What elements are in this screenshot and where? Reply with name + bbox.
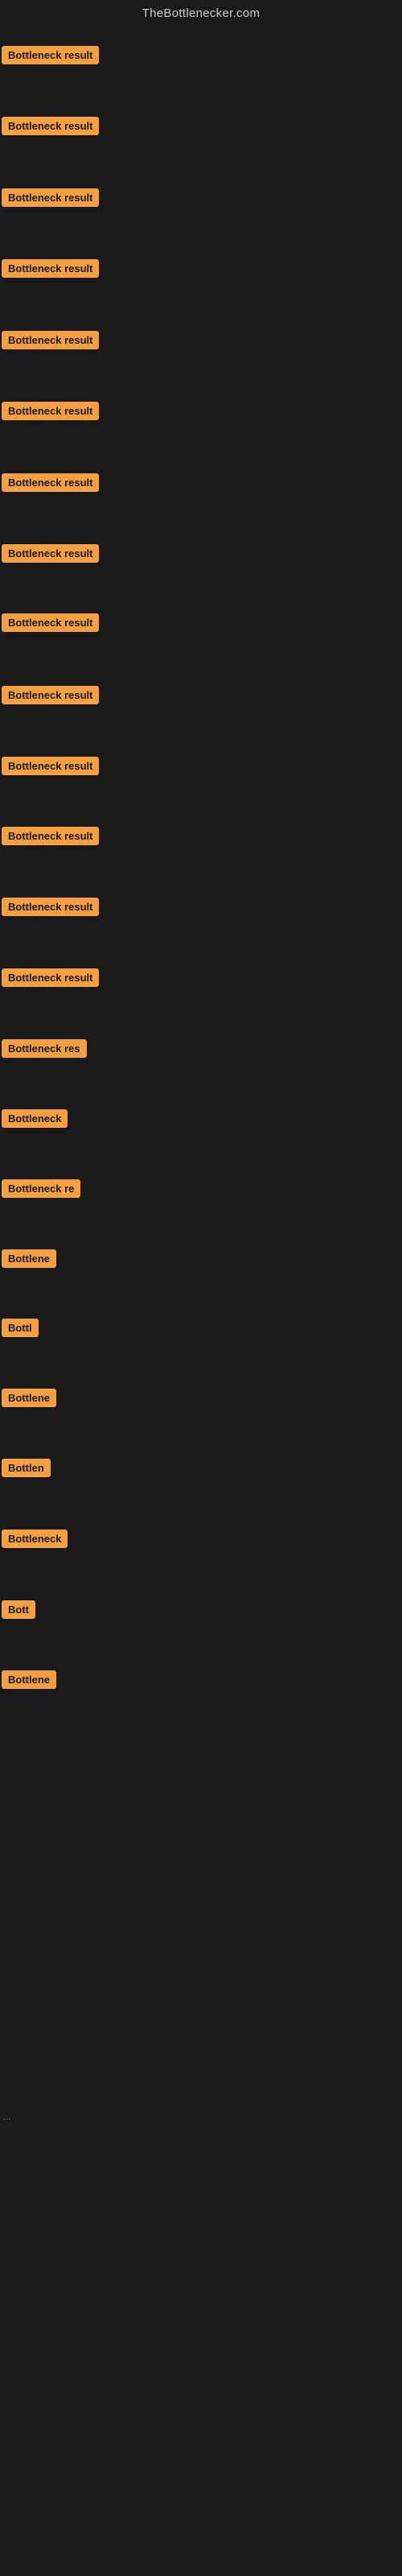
bottleneck-badge-1: Bottleneck result [2, 46, 99, 64]
bottleneck-badge-10: Bottleneck result [2, 686, 99, 704]
bottleneck-badge-14: Bottleneck result [2, 968, 99, 987]
bottleneck-badge-13: Bottleneck result [2, 898, 99, 916]
bottleneck-badge-22: Bottleneck [2, 1530, 68, 1548]
bottleneck-badge-11: Bottleneck result [2, 757, 99, 775]
bottleneck-badge-20: Bottlene [2, 1389, 56, 1407]
bottleneck-badge-2: Bottleneck result [2, 117, 99, 135]
bottleneck-badge-12: Bottleneck result [2, 827, 99, 845]
bottleneck-badge-15: Bottleneck res [2, 1039, 87, 1058]
bottleneck-badge-24: Bottlene [2, 1670, 56, 1689]
bottleneck-badge-19: Bottl [2, 1319, 39, 1337]
page-container: TheBottlenecker.com ... Bottleneck resul… [0, 0, 402, 2576]
bottleneck-badge-9: Bottleneck result [2, 613, 99, 632]
bottleneck-badge-21: Bottlen [2, 1459, 51, 1477]
bottleneck-badge-8: Bottleneck result [2, 544, 99, 563]
bottleneck-badge-4: Bottleneck result [2, 259, 99, 278]
bottleneck-badge-3: Bottleneck result [2, 188, 99, 207]
bottleneck-badge-23: Bott [2, 1600, 35, 1619]
bottleneck-badge-18: Bottlene [2, 1249, 56, 1268]
ellipsis-marker: ... [2, 2109, 12, 2125]
bottleneck-badge-6: Bottleneck result [2, 402, 99, 420]
bottleneck-badge-7: Bottleneck result [2, 473, 99, 492]
site-header: TheBottlenecker.com [0, 0, 402, 28]
bottleneck-badge-5: Bottleneck result [2, 331, 99, 349]
bottleneck-badge-17: Bottleneck re [2, 1179, 80, 1198]
bottleneck-badge-16: Bottleneck [2, 1109, 68, 1128]
